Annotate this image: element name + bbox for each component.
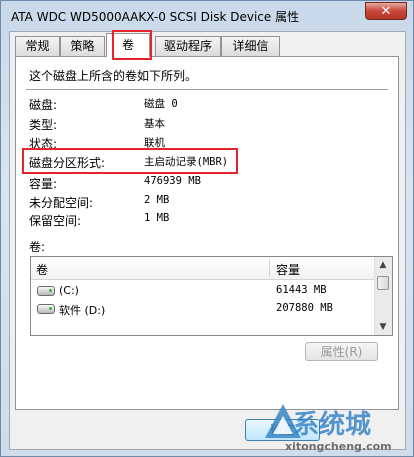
column-header-capacity[interactable]: 容量 <box>276 261 300 278</box>
volume-size: 61443 MB <box>276 284 327 296</box>
watermark-url: xitongcheng.com <box>285 440 392 453</box>
property-label: 保留空间: <box>29 214 82 228</box>
volumes-list[interactable]: 卷 容量 (C:) 61443 MB 软件 (D:) 207880 MB ▲ ▼ <box>30 256 393 336</box>
volume-name: (C:) <box>59 284 79 297</box>
scroll-up-arrow-icon[interactable]: ▲ <box>375 257 391 273</box>
watermark: 系统城 xitongcheng.com <box>263 398 413 456</box>
property-value: 1 MB <box>144 212 170 224</box>
property-row-unallocated: 未分配空间: 2 MB <box>29 194 389 212</box>
property-label: 容量: <box>29 177 58 191</box>
volume-name: 软件 (D:) <box>59 304 106 317</box>
scroll-down-arrow-icon[interactable]: ▼ <box>375 319 391 335</box>
drive-icon <box>37 286 55 296</box>
window-title: ATA WDC WD5000AAKX-0 SCSI Disk Device 属性 <box>11 10 300 24</box>
separator-line <box>26 89 388 90</box>
close-button[interactable]: ✕ <box>365 2 407 20</box>
volumes-label: 卷: <box>29 240 46 254</box>
properties-button[interactable]: 属性(R) <box>305 342 378 361</box>
volumes-list-header: 卷 容量 <box>31 257 376 280</box>
property-row-reserved: 保留空间: 1 MB <box>29 212 389 230</box>
close-icon: ✕ <box>380 4 392 19</box>
property-row-type: 类型: 基本 <box>29 116 389 134</box>
volume-size: 207880 MB <box>276 302 333 314</box>
drive-icon <box>37 304 55 314</box>
highlight-partition-style <box>22 148 238 174</box>
property-label: 磁盘: <box>29 98 58 112</box>
column-header-volume[interactable]: 卷 <box>36 261 48 278</box>
tab-policies[interactable]: 策略 <box>60 36 105 56</box>
list-item[interactable]: (C:) 61443 MB <box>31 282 376 300</box>
column-divider[interactable] <box>269 259 270 277</box>
property-row-capacity: 容量: 476939 MB <box>29 175 389 193</box>
list-item[interactable]: 软件 (D:) 207880 MB <box>31 300 376 318</box>
tab-general[interactable]: 常规 <box>15 36 60 56</box>
tab-driver[interactable]: 驱动程序 <box>155 36 221 56</box>
volume-description: 这个磁盘上所含的卷如下所列。 <box>29 69 198 83</box>
property-value: 476939 MB <box>144 175 201 187</box>
property-row-disk: 磁盘: 磁盘 0 <box>29 96 389 114</box>
property-value: 磁盘 0 <box>144 98 178 110</box>
title-bar[interactable]: ATA WDC WD5000AAKX-0 SCSI Disk Device 属性… <box>1 1 413 29</box>
property-label: 类型: <box>29 118 58 132</box>
property-label: 未分配空间: <box>29 196 94 210</box>
scrollbar-thumb[interactable] <box>377 276 389 290</box>
vertical-scrollbar[interactable]: ▲ ▼ <box>374 257 392 335</box>
highlight-tab-volumes <box>112 30 152 60</box>
property-value: 2 MB <box>144 194 170 206</box>
watermark-brand: 系统城 <box>293 410 372 440</box>
property-value: 基本 <box>144 118 165 130</box>
tab-details[interactable]: 详细信息 <box>221 36 280 72</box>
